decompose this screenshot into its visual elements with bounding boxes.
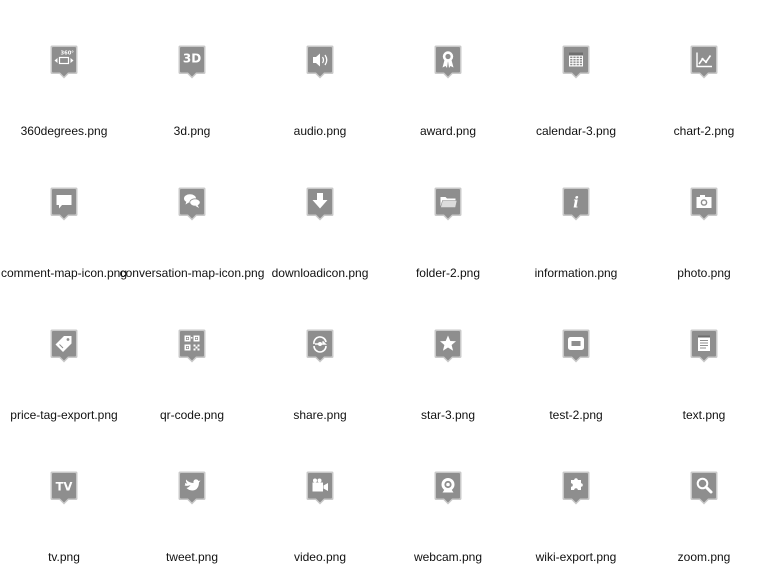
icon-tile[interactable]: 360° 360degrees.png bbox=[0, 0, 128, 142]
map-marker-icon[interactable] bbox=[306, 329, 334, 363]
glyph-text: TV bbox=[56, 480, 73, 494]
icon-tile[interactable]: test-2.png bbox=[512, 284, 640, 426]
map-marker-icon[interactable] bbox=[434, 329, 462, 363]
map-marker-icon[interactable] bbox=[434, 471, 462, 505]
map-marker-icon[interactable] bbox=[434, 187, 462, 221]
icon-filename-label: text.png bbox=[682, 408, 726, 422]
test-icon bbox=[568, 337, 584, 350]
icon-tile[interactable]: downloadicon.png bbox=[256, 142, 384, 284]
icon-tile[interactable]: i information.png bbox=[512, 142, 640, 284]
icon-tile[interactable]: tweet.png bbox=[128, 426, 256, 568]
3d-icon: 3D bbox=[183, 52, 201, 66]
icon-filename-label: zoom.png bbox=[677, 550, 731, 564]
icon-tile[interactable]: calendar-3.png bbox=[512, 0, 640, 142]
icon-tile[interactable]: text.png bbox=[640, 284, 768, 426]
map-marker-icon[interactable]: i bbox=[562, 187, 590, 221]
icon-tile[interactable]: qr-code.png bbox=[128, 284, 256, 426]
information-icon: i bbox=[573, 194, 579, 212]
glyph-text: 360° bbox=[60, 50, 74, 56]
map-marker-icon[interactable] bbox=[690, 329, 718, 363]
map-marker-icon[interactable] bbox=[562, 329, 590, 363]
icon-tile[interactable]: wiki-export.png bbox=[512, 426, 640, 568]
icon-tile[interactable]: award.png bbox=[384, 0, 512, 142]
icon-tile[interactable]: comment-map-icon.png bbox=[0, 142, 128, 284]
glyph-text: i bbox=[573, 194, 579, 212]
text-icon bbox=[698, 335, 710, 351]
icon-tile[interactable]: conversation-map-icon.png bbox=[120, 142, 264, 284]
icon-tile[interactable]: 3D 3d.png bbox=[128, 0, 256, 142]
map-marker-icon[interactable] bbox=[178, 329, 206, 363]
icon-tile[interactable]: chart-2.png bbox=[640, 0, 768, 142]
calendar-icon bbox=[569, 52, 583, 67]
icon-tile[interactable]: zoom.png bbox=[640, 426, 768, 568]
map-marker-icon[interactable] bbox=[690, 471, 718, 505]
map-marker-icon[interactable] bbox=[50, 187, 78, 221]
folder-icon bbox=[440, 197, 458, 208]
tv-icon: TV bbox=[56, 480, 73, 494]
icon-grid: 360° 360degrees.png 3D 3d.png audio.png … bbox=[0, 0, 768, 568]
map-marker-icon[interactable]: 3D bbox=[178, 45, 206, 79]
icon-tile[interactable]: folder-2.png bbox=[384, 142, 512, 284]
icon-tile[interactable]: price-tag-export.png bbox=[0, 284, 128, 426]
icon-tile[interactable]: video.png bbox=[256, 426, 384, 568]
map-marker-icon[interactable] bbox=[178, 471, 206, 505]
icon-filename-label: chart-2.png bbox=[673, 124, 735, 138]
map-marker-icon[interactable] bbox=[690, 45, 718, 79]
map-marker-icon[interactable] bbox=[306, 187, 334, 221]
map-marker-icon[interactable] bbox=[306, 45, 334, 79]
icon-tile[interactable]: star-3.png bbox=[384, 284, 512, 426]
icon-tile[interactable]: audio.png bbox=[256, 0, 384, 142]
icon-tile[interactable]: share.png bbox=[256, 284, 384, 426]
map-marker-icon[interactable] bbox=[562, 471, 590, 505]
map-marker-icon[interactable] bbox=[178, 187, 206, 221]
icon-tile[interactable]: webcam.png bbox=[384, 426, 512, 568]
map-marker-icon[interactable] bbox=[562, 45, 590, 79]
icon-tile[interactable]: TV tv.png bbox=[0, 426, 128, 568]
icon-tile[interactable]: photo.png bbox=[640, 142, 768, 284]
map-marker-icon[interactable]: TV bbox=[50, 471, 78, 505]
icon-filename-label: photo.png bbox=[677, 266, 731, 280]
map-marker-icon[interactable] bbox=[690, 187, 718, 221]
map-marker-icon[interactable] bbox=[50, 329, 78, 363]
map-marker-icon[interactable] bbox=[434, 45, 462, 79]
map-marker-icon[interactable] bbox=[306, 471, 334, 505]
map-marker-icon[interactable]: 360° bbox=[50, 45, 78, 79]
glyph-text: 3D bbox=[183, 52, 201, 66]
